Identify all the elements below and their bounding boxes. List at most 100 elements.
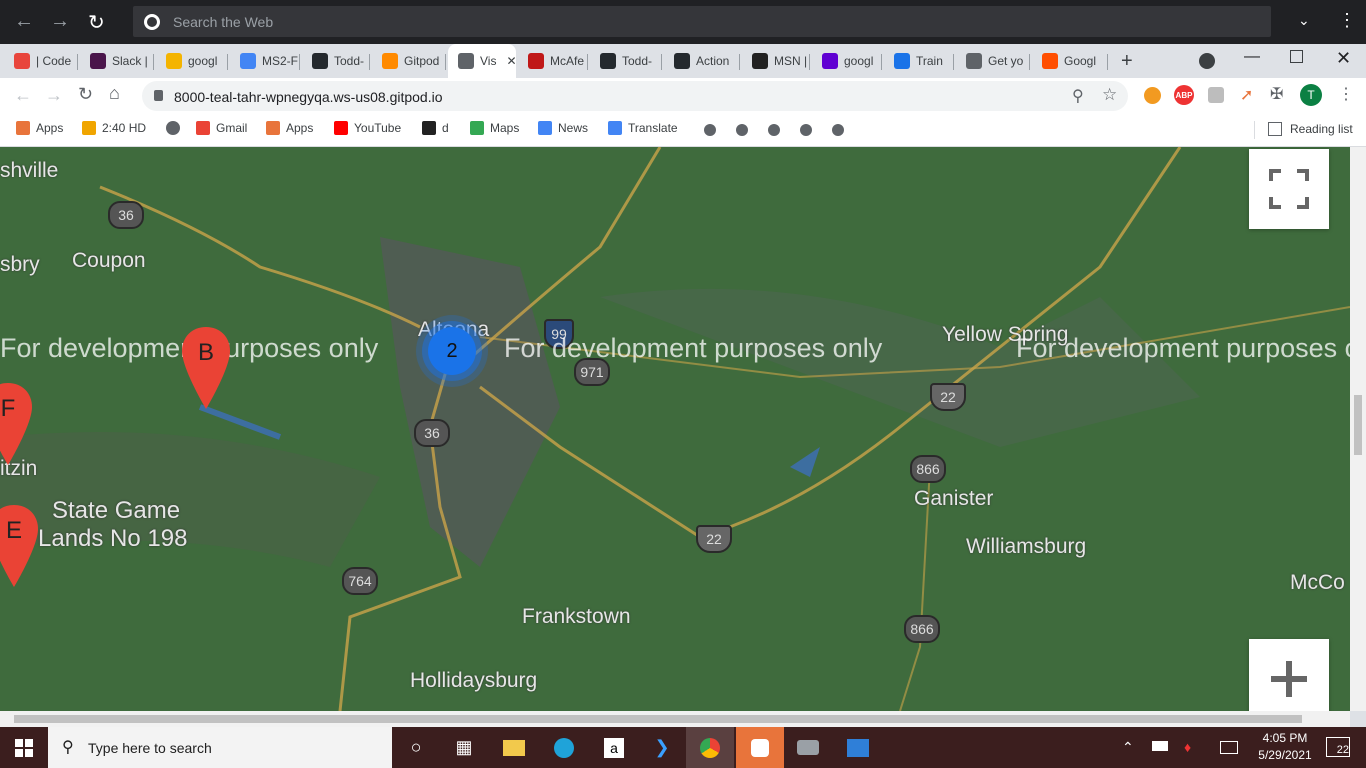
task-view-icon[interactable]: ▦ <box>440 727 488 768</box>
chevron-up-icon[interactable]: ⌃ <box>1122 739 1134 756</box>
reading-list-icon <box>1268 122 1282 136</box>
tab[interactable]: Vis ✕ <box>448 44 516 78</box>
bookmark-item[interactable]: Maps <box>470 121 519 135</box>
tab-search-icon[interactable] <box>1199 53 1215 69</box>
close-tab-icon[interactable]: ✕ <box>506 54 516 68</box>
bookmark-item[interactable]: Gmail <box>196 121 247 135</box>
tab[interactable]: MSN | <box>742 44 810 78</box>
camera-icon[interactable] <box>784 727 832 768</box>
github-icon <box>674 53 690 69</box>
tab[interactable]: Gitpod <box>372 44 446 78</box>
globe-icon[interactable] <box>735 123 749 140</box>
grammarly-icon[interactable] <box>1144 87 1161 104</box>
chevron-down-icon[interactable]: ⌄ <box>1298 12 1310 29</box>
bookmark-star-icon[interactable]: ☆ <box>1102 85 1117 105</box>
tab[interactable]: Train <box>884 44 954 78</box>
marker-cluster[interactable]: 2 <box>428 327 476 375</box>
profile-avatar[interactable]: T <box>1300 84 1322 106</box>
puzzle-icon[interactable]: ✠ <box>1270 84 1283 104</box>
bookmark-item[interactable]: YouTube <box>334 121 401 135</box>
file-explorer-icon[interactable] <box>490 727 538 768</box>
tab[interactable]: Get yo <box>956 44 1030 78</box>
tab[interactable]: Googl <box>1032 44 1108 78</box>
zoom-icon[interactable]: ⚲ <box>1072 86 1084 106</box>
outer-forward-icon[interactable]: → <box>50 10 70 33</box>
route-shield: 866 <box>904 615 940 643</box>
amazon-icon[interactable]: a <box>590 727 638 768</box>
fullscreen-button[interactable] <box>1249 149 1329 229</box>
globe-icon[interactable] <box>767 123 781 140</box>
adblock-icon[interactable]: ABP <box>1174 85 1194 105</box>
battery-icon[interactable] <box>1152 741 1168 751</box>
back-icon[interactable]: ← <box>14 85 32 106</box>
taskbar-search[interactable]: ⚲ Type here to search <box>48 727 392 768</box>
scrollbar-thumb[interactable] <box>1354 395 1362 455</box>
map-marker[interactable]: F <box>0 381 34 467</box>
outer-back-icon[interactable]: ← <box>14 10 34 33</box>
tab[interactable]: McAfe <box>518 44 588 78</box>
map-canvas[interactable]: shville sbry Coupon Altoona Yellow Sprin… <box>0 147 1350 711</box>
map-marker[interactable]: B <box>180 325 232 411</box>
address-bar[interactable]: 8000-teal-tahr-wpnegyqa.ws-us08.gitpod.i… <box>142 81 1128 111</box>
new-tab-icon[interactable]: + <box>1121 50 1133 73</box>
extension-icon[interactable] <box>1208 87 1224 103</box>
tab[interactable]: Todd- <box>302 44 370 78</box>
bookmark-item[interactable]: 2:40 HD <box>82 121 146 135</box>
tab[interactable]: Slack | <box>80 44 154 78</box>
map-label: Ganister <box>914 487 994 510</box>
tab[interactable]: googl <box>156 44 228 78</box>
bookmarks-bar: Apps 2:40 HD Gmail Apps YouTube d Maps News Tran… <box>0 114 1366 147</box>
bookmark-item[interactable]: News <box>538 121 588 135</box>
home-icon[interactable]: ⌂ <box>109 83 120 104</box>
slack-icon[interactable] <box>736 727 784 768</box>
fullscreen-icon <box>1269 169 1309 209</box>
reload-icon[interactable]: ↻ <box>78 84 93 105</box>
more-vert-icon[interactable]: ⋮ <box>1338 10 1356 31</box>
zoom-in-button[interactable] <box>1249 639 1329 711</box>
horizontal-scrollbar[interactable] <box>0 711 1350 727</box>
bookmark-item[interactable]: d <box>422 121 449 135</box>
vscode-icon[interactable]: ❯ <box>638 727 686 768</box>
globe-icon[interactable] <box>703 123 717 140</box>
map-marker[interactable]: E <box>0 503 40 589</box>
dev-watermark: For development purposes only <box>504 333 883 363</box>
marker-label: B <box>197 339 214 366</box>
tab[interactable]: Action <box>664 44 740 78</box>
forward-icon[interactable]: → <box>45 85 63 106</box>
vertical-scrollbar[interactable] <box>1350 147 1366 711</box>
windows-start-icon[interactable] <box>0 727 48 768</box>
tab[interactable]: Todd- <box>590 44 662 78</box>
bookmark-item[interactable] <box>166 121 186 135</box>
clock-date: 5/29/2021 <box>1258 748 1312 762</box>
tab[interactable]: MS2-F <box>230 44 300 78</box>
carrot-icon[interactable]: ➚ <box>1240 85 1253 105</box>
outer-browser-bar: ← → ↻ Search the Web ⌄ ⋮ <box>0 0 1366 44</box>
clock[interactable]: 4:05 PM 5/29/2021 <box>1254 731 1316 762</box>
globe-icon <box>966 53 982 69</box>
globe-icon[interactable] <box>799 123 813 140</box>
menu-icon[interactable]: ⋮ <box>1338 84 1354 104</box>
bookmark-item[interactable]: Apps <box>16 121 63 135</box>
app-tray-icon[interactable]: ♦ <box>1184 739 1191 755</box>
tab-separator <box>77 54 78 70</box>
reading-list-button[interactable]: Reading list <box>1268 122 1353 136</box>
cortana-icon[interactable]: ○ <box>392 727 440 768</box>
display-icon[interactable] <box>1220 741 1238 754</box>
outer-reload-icon[interactable]: ↻ <box>88 10 105 35</box>
tab[interactable]: | Code <box>4 44 78 78</box>
tab-label: | Code <box>36 54 72 68</box>
bookmark-item[interactable]: Apps <box>266 121 313 135</box>
edge-icon[interactable] <box>540 727 588 768</box>
minimize-icon[interactable]: — <box>1244 48 1260 66</box>
close-window-icon[interactable]: ✕ <box>1336 48 1351 69</box>
tab[interactable]: googl <box>812 44 882 78</box>
globe-icon[interactable] <box>831 123 845 140</box>
photos-icon[interactable] <box>834 727 882 768</box>
chrome-icon[interactable] <box>686 727 734 768</box>
notification-count: 22 <box>1336 744 1349 756</box>
restore-icon[interactable] <box>1290 50 1303 63</box>
outer-search-input[interactable]: Search the Web <box>133 6 1271 37</box>
scrollbar-thumb[interactable] <box>14 715 1302 723</box>
bookmark-item[interactable]: Translate <box>608 121 678 135</box>
notifications-icon[interactable]: 22 <box>1326 737 1350 757</box>
